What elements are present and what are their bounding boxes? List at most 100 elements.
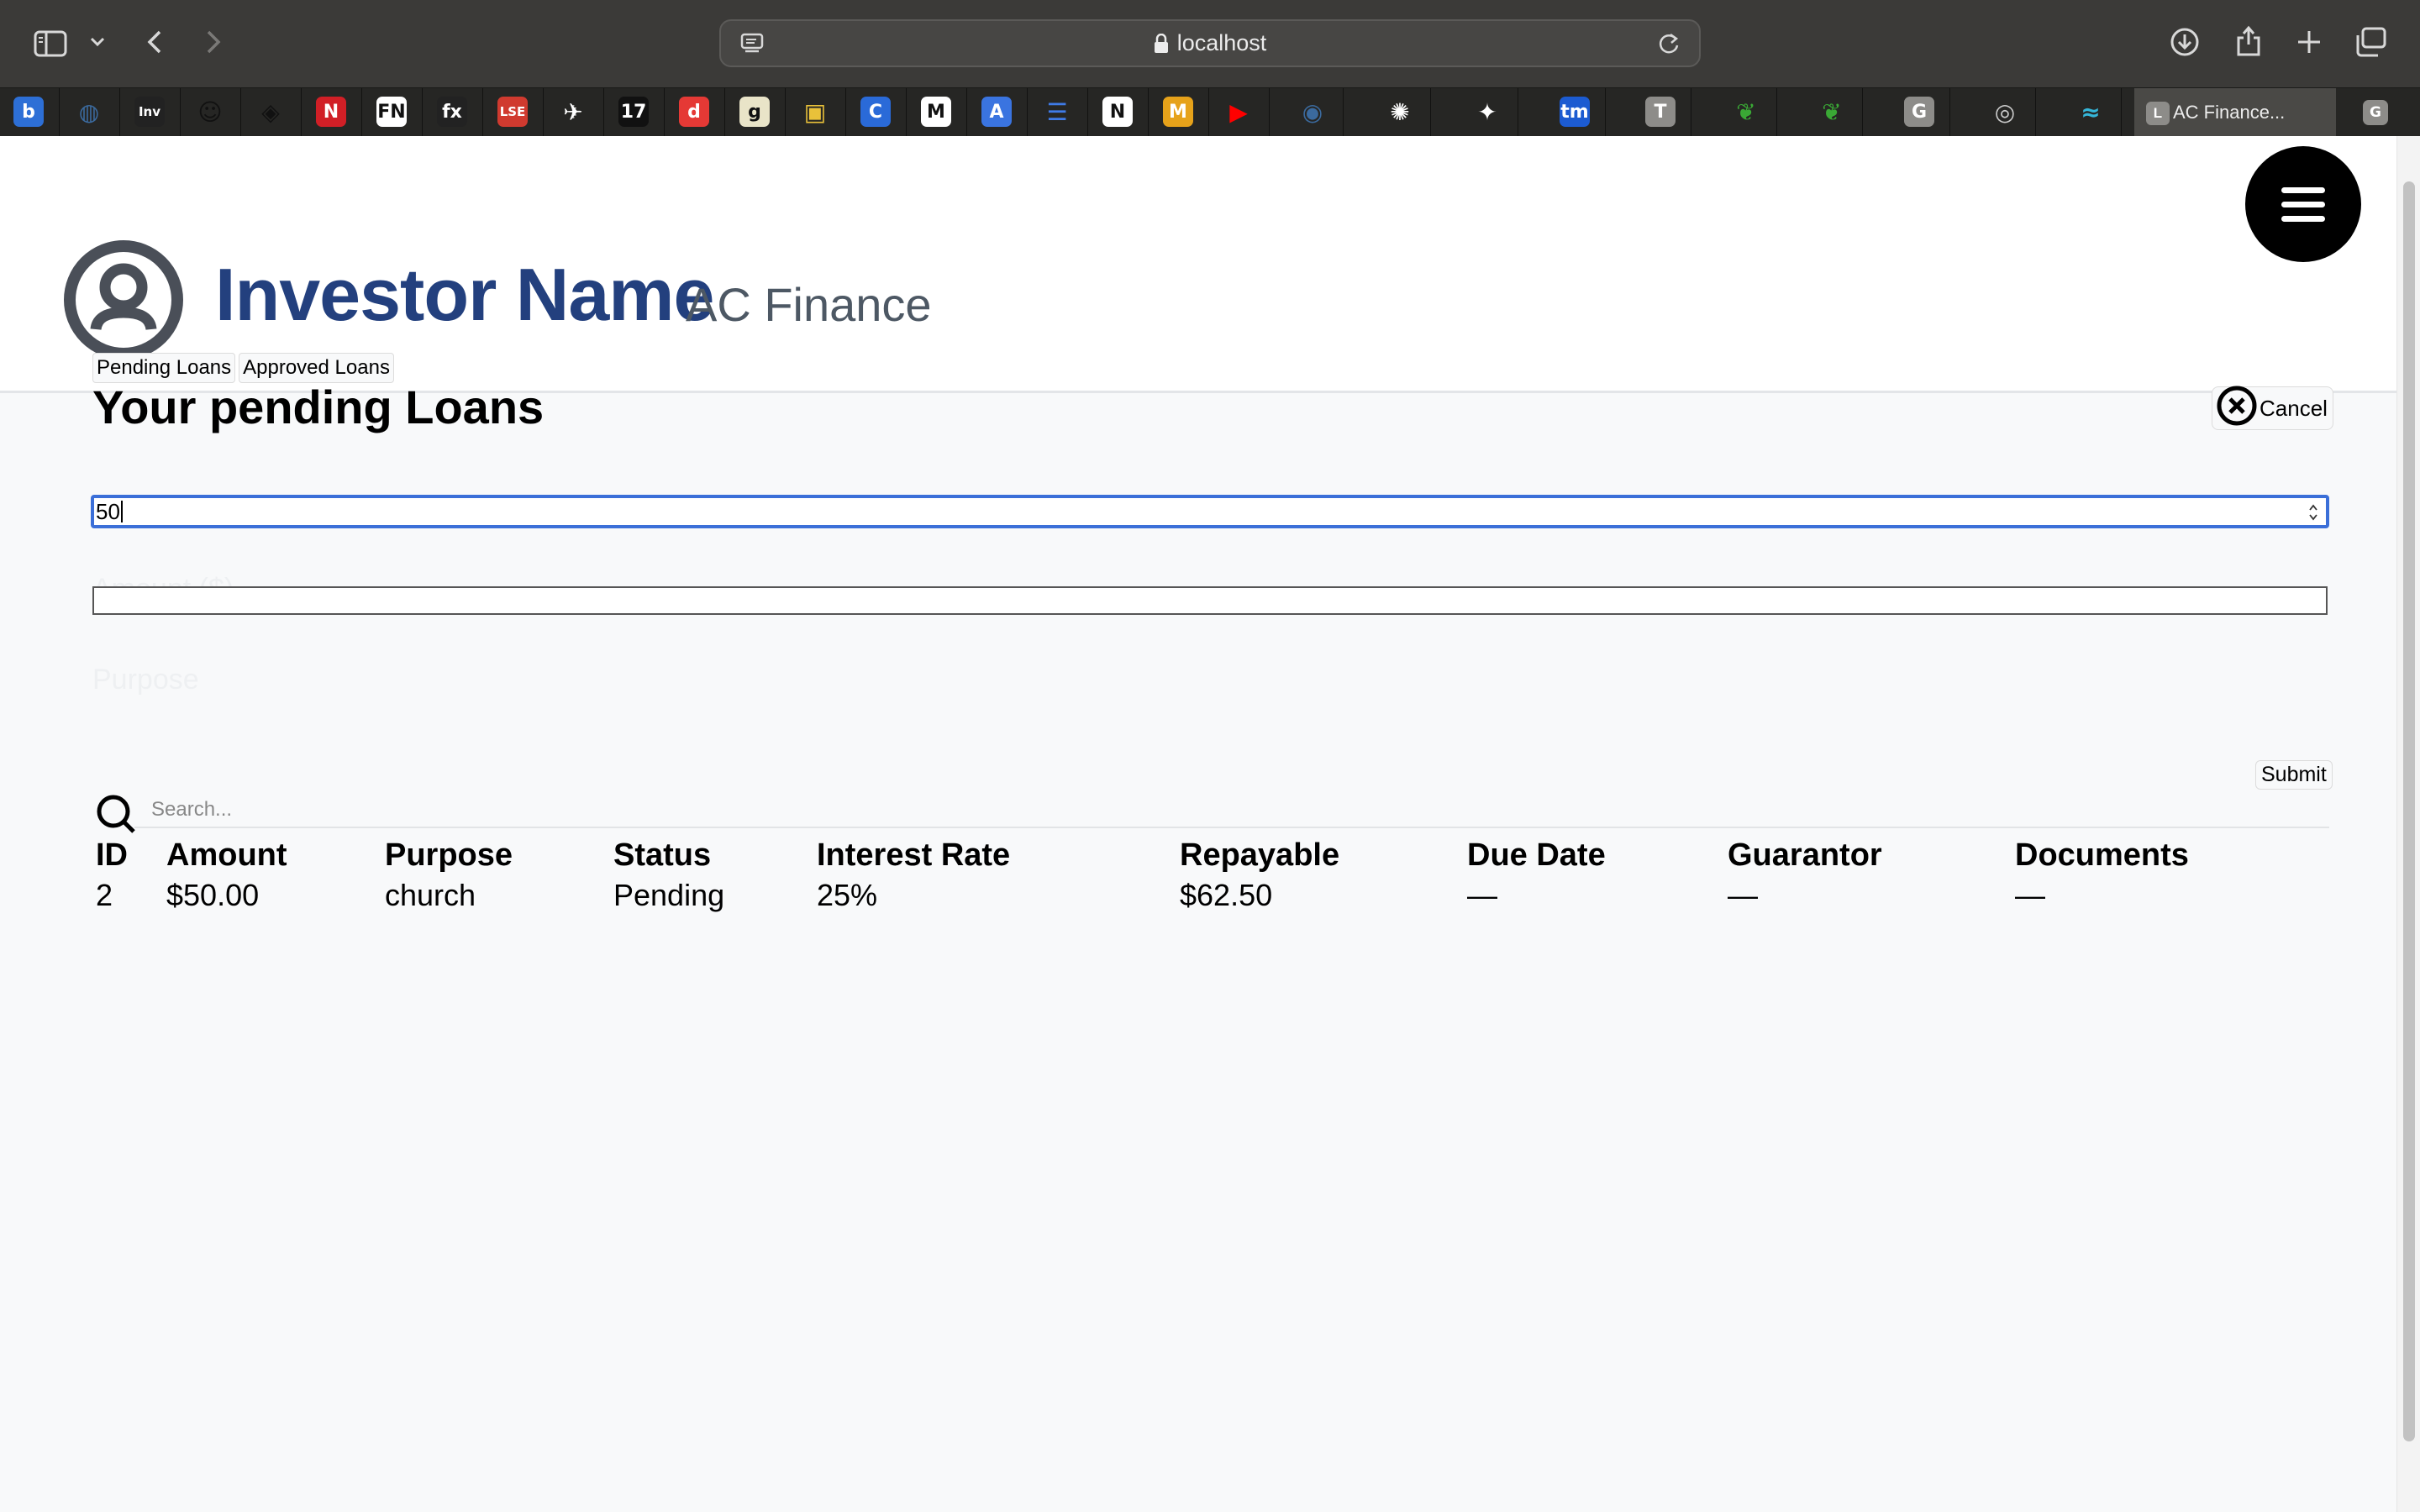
tab-pending-loans[interactable]: Pending Loans: [92, 353, 236, 383]
bookmark-favicon[interactable]: 17: [618, 97, 649, 127]
avatar[interactable]: [62, 239, 185, 361]
chevron-down-icon[interactable]: [87, 32, 108, 52]
wave-icon[interactable]: ≈: [2075, 97, 2106, 127]
tab-separator: [543, 88, 544, 137]
evernote-icon[interactable]: ❦: [1817, 97, 1847, 127]
tab-separator: [1269, 88, 1270, 137]
table-cell: —: [2015, 878, 2045, 912]
earth-icon[interactable]: ◉: [1297, 97, 1328, 127]
bookmark-favicon[interactable]: N: [316, 97, 346, 127]
diamond-icon[interactable]: ◈: [255, 97, 286, 127]
text-caret: [120, 501, 123, 522]
sidebar-toggle-icon[interactable]: [34, 29, 67, 59]
column-header: Guarantor: [1728, 837, 1882, 873]
number-stepper[interactable]: [2306, 500, 2321, 525]
tab-separator: [1343, 88, 1344, 137]
submit-button[interactable]: Submit: [2255, 760, 2333, 790]
menu-button[interactable]: [2245, 146, 2361, 262]
back-icon[interactable]: [141, 27, 168, 57]
bookmark-favicon[interactable]: M: [921, 97, 951, 127]
table-cell: $62.50: [1180, 878, 1273, 912]
compass-icon[interactable]: ◎: [1990, 97, 2020, 127]
bookmark-favicon[interactable]: C: [860, 97, 891, 127]
tab-separator: [482, 88, 483, 137]
bookmark-favicon[interactable]: g: [739, 97, 770, 127]
search-input[interactable]: Search...: [134, 793, 2329, 828]
tab-approved-loans[interactable]: Approved Loans: [239, 353, 394, 383]
tab-separator: [1148, 88, 1149, 137]
tab-g-favicon[interactable]: G: [2363, 100, 2388, 125]
url-text: localhost: [1176, 30, 1267, 55]
hamburger-line: [2281, 215, 2325, 222]
page-title: Your pending Loans: [92, 381, 544, 433]
tab-favicon: L: [2146, 102, 2170, 125]
column-header: Amount: [166, 837, 287, 873]
youtube-icon[interactable]: ▶: [1223, 97, 1254, 127]
openai-icon[interactable]: ✺: [1385, 97, 1415, 127]
reload-icon[interactable]: [1657, 31, 1681, 62]
tab-separator: [119, 88, 120, 137]
bookmark-favicon[interactable]: FN: [376, 97, 407, 127]
column-header: Status: [613, 837, 712, 873]
tab-separator: [1862, 88, 1863, 137]
tab-separator: [1208, 88, 1209, 137]
tab-ac-finance[interactable]: L AC Finance...: [2134, 88, 2336, 137]
share-icon[interactable]: [2232, 22, 2265, 59]
tab-separator: [1605, 88, 1606, 137]
search-bar: Search...: [94, 793, 2329, 833]
tab-title: AC Finance...: [2173, 102, 2286, 123]
amount-value: 50: [96, 498, 120, 524]
table-cell: $50.00: [166, 878, 260, 912]
tab-separator: [1776, 88, 1777, 137]
tab-separator: [664, 88, 665, 137]
table-cell: —: [1728, 878, 1758, 912]
sparkle-icon[interactable]: ✦: [1472, 97, 1502, 127]
tab-separator: [724, 88, 725, 137]
table-cell: Pending: [613, 878, 725, 912]
tab-overview-icon[interactable]: [2353, 25, 2388, 59]
download-icon[interactable]: [2168, 25, 2202, 59]
docs-icon[interactable]: ☰: [1042, 97, 1072, 127]
evernote-icon[interactable]: ❦: [1731, 97, 1761, 127]
bookmark-favicon[interactable]: fx: [437, 97, 467, 127]
bookmark-favicon[interactable]: b: [13, 97, 44, 127]
table-cell: 2: [96, 878, 113, 912]
tab-separator: [180, 88, 181, 137]
tab-g-letter: G: [2370, 104, 2381, 121]
hamburger-line: [2281, 201, 2325, 207]
cancel-button[interactable]: Cancel: [2212, 386, 2333, 430]
bookmark-favicon[interactable]: T: [1645, 97, 1676, 127]
tab-separator: [2121, 88, 2122, 137]
bookmark-favicon[interactable]: A: [981, 97, 1012, 127]
bookmark-favicon[interactable]: M: [1163, 97, 1193, 127]
table-cell: church: [385, 878, 476, 912]
address-bar[interactable]: localhost: [719, 19, 1701, 67]
reader-icon[interactable]: [739, 31, 765, 62]
globe-icon[interactable]: ◍: [74, 97, 104, 127]
image-icon[interactable]: ▣: [800, 97, 830, 127]
bookmark-favicon[interactable]: G: [1904, 97, 1934, 127]
bookmark-favicon[interactable]: LSE: [497, 97, 528, 127]
tab-separator: [59, 88, 60, 137]
cancel-label: Cancel: [2260, 395, 2328, 421]
tab-separator: [906, 88, 907, 137]
bookmark-favicon[interactable]: N: [1102, 97, 1133, 127]
new-tab-icon[interactable]: [2292, 25, 2326, 59]
tab-bar: L AC Finance... G b ◍ Inv ☺ ◈ N FN fx LSE ✈ 17 d g ▣ C…: [0, 87, 2420, 137]
bookmark-favicon[interactable]: d: [679, 97, 709, 127]
tab-separator: [1430, 88, 1431, 137]
bookmark-favicon[interactable]: Inv: [134, 97, 165, 127]
table-cell: —: [1467, 878, 1497, 912]
bird-icon[interactable]: ✈: [558, 97, 588, 127]
loan-tabs: Pending Loans Approved Loans: [92, 353, 394, 383]
scrollbar-thumb[interactable]: [2403, 181, 2415, 1441]
close-icon: [2216, 385, 2258, 433]
amount-input[interactable]: 50: [91, 495, 2329, 528]
bot-icon[interactable]: ☺: [195, 97, 225, 127]
tab-separator: [1027, 88, 1028, 137]
purpose-field[interactable]: [92, 586, 2328, 615]
column-header: ID: [96, 837, 128, 873]
bookmark-favicon[interactable]: tm: [1560, 97, 1590, 127]
tab-separator: [361, 88, 362, 137]
forward-icon[interactable]: [200, 27, 227, 57]
